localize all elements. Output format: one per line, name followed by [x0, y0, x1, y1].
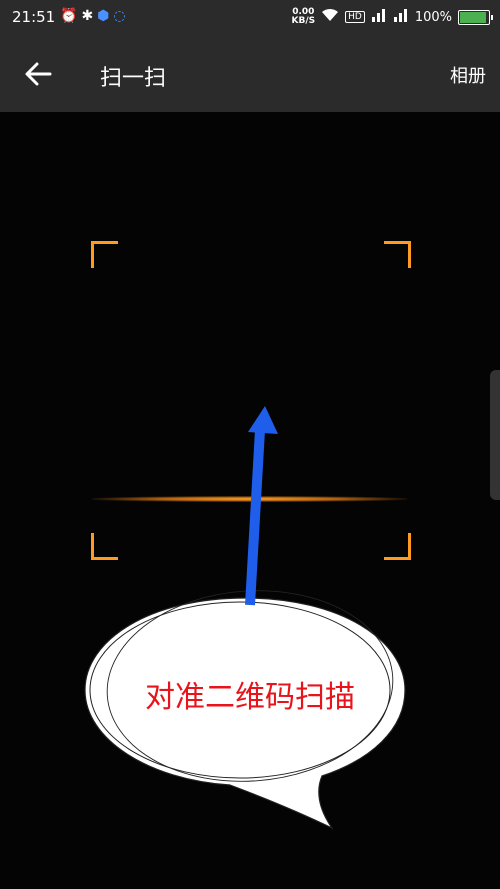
annotation-overlay: [84, 406, 406, 830]
arrow-up-icon: [245, 406, 278, 606]
bubble-text: 对准二维码扫描: [145, 680, 355, 715]
